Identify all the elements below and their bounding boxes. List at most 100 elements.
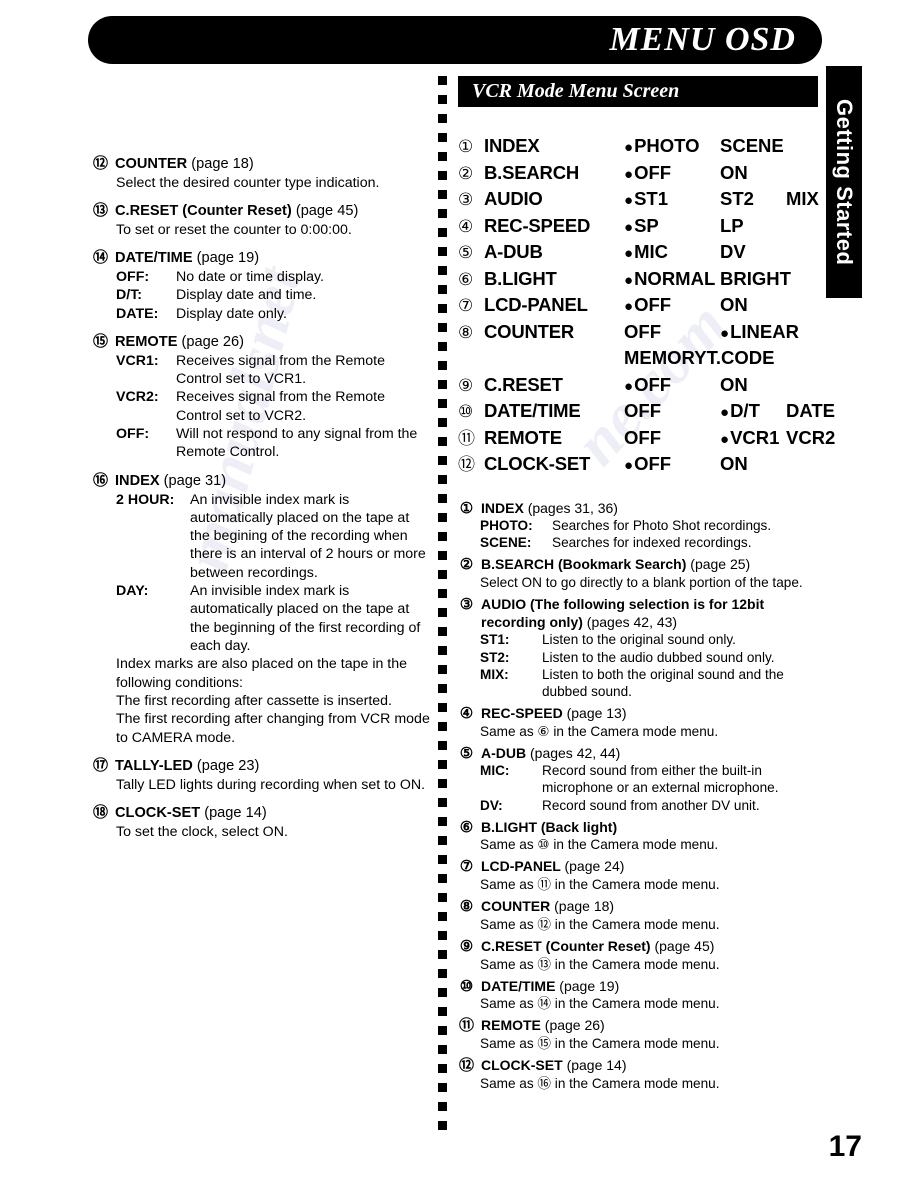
osd-row-options: OFFD/TDATE (624, 401, 835, 421)
entry-body: Same as ⑥ in the Camera mode menu. (458, 723, 818, 740)
osd-row-number-icon: ⑨ (458, 375, 474, 395)
entry-heading: ⑩ DATE/TIME (page 19) (458, 978, 818, 996)
entry-option-row: D/T: Display date and time. (116, 286, 432, 304)
osd-option-2[interactable]: D/T (720, 401, 786, 421)
osd-option-3[interactable]: VCR2 (786, 428, 835, 448)
entry-sameas-number-icon: ⑥ (537, 723, 550, 739)
osd-row-number-icon: ⑫ (458, 455, 475, 474)
entry-heading-text: A-DUB (pages 42, 44) (481, 745, 620, 763)
osd-option-1[interactable]: MIC (624, 242, 720, 262)
entry-sameas-note: Same as ⑯ in the Camera mode menu. (480, 1075, 720, 1091)
entry-label: INDEX (115, 472, 160, 489)
entry-label: REMOTE (115, 334, 178, 350)
osd-sub-option-1[interactable]: MEMORY (624, 348, 707, 368)
osd-option-1[interactable]: OFF (624, 163, 720, 183)
entry-label: A-DUB (481, 744, 527, 761)
osd-option-2[interactable]: ON (720, 375, 786, 395)
entry-number-icon: ⑩ (459, 977, 474, 995)
osd-option-1[interactable]: ST1 (624, 189, 720, 209)
osd-option-1[interactable]: PHOTO (624, 136, 720, 156)
entry-option-value: No date or time display. (176, 269, 324, 286)
entry-heading-text: B.LIGHT (Back light) (481, 819, 617, 837)
osd-option-1[interactable]: OFF (624, 454, 720, 474)
entry-description: To set the clock, select ON. (116, 823, 288, 840)
osd-option-2[interactable]: ON (720, 163, 786, 183)
entry-number-icon: ⑤ (459, 744, 474, 762)
entry-heading: ⑱ CLOCK-SET (page 14) (92, 804, 432, 823)
osd-option-1[interactable]: NORMAL (624, 269, 720, 289)
osd-row-options: SPLP (624, 216, 818, 236)
osd-option-2[interactable]: LINEAR (720, 322, 799, 342)
entry-page-ref: (page 25) (690, 556, 751, 573)
osd-row-label: LCD-PANEL (484, 294, 588, 315)
entry-heading-text: REMOTE (page 26) (115, 333, 244, 352)
osd-sub-option-2[interactable]: T.CODE (707, 348, 775, 368)
entry-heading-text: COUNTER (page 18) (115, 155, 254, 174)
osd-option-2[interactable]: BRIGHT (720, 269, 791, 289)
entry-option-row: 2 HOUR: An invisible index mark is automa… (116, 491, 432, 583)
entry-option-value: Receives signal from the Remote Control … (176, 352, 385, 388)
osd-option-3[interactable]: MIX (786, 189, 819, 209)
osd-option-1[interactable]: OFF (624, 322, 720, 342)
right-description-list: ① INDEX (pages 31, 36) PHOTO: Searches for … (458, 500, 818, 1092)
osd-row-number-icon: ③ (458, 190, 474, 209)
entry-heading: ⑪ REMOTE (page 26) (458, 1017, 818, 1035)
entry-heading: ① INDEX (pages 31, 36) (458, 500, 818, 518)
entry-heading-text: LCD-PANEL (page 24) (481, 858, 624, 876)
entry-option-value: Display date only. (176, 305, 287, 322)
entry-number-icon: ⑦ (459, 858, 474, 876)
right-entry-6: ⑥ B.LIGHT (Back light) Same as ⑩ in the Ca… (458, 819, 818, 854)
osd-menu-table: ①INDEXPHOTOSCENE②B.SEARCHOFFON③AUDIOST1S… (458, 136, 835, 482)
osd-row-options: OFFON (624, 163, 818, 183)
entry-option-key: MIC: (480, 763, 510, 779)
left-entry-3: ⑭ DATE/TIME (page 19) OFF: No date or time … (92, 249, 432, 323)
osd-option-2[interactable]: DV (720, 242, 786, 262)
osd-option-2[interactable]: ON (720, 454, 786, 474)
osd-option-1[interactable]: OFF (624, 295, 720, 315)
entry-option-key: ST2: (480, 649, 510, 665)
left-entry-2: ⑬ C.RESET (Counter Reset) (page 45) To set… (92, 202, 432, 239)
right-entry-2: ② B.SEARCH (Bookmark Search) (page 25) Sel… (458, 556, 818, 591)
right-entry-9: ⑨ C.RESET (Counter Reset) (page 45) Same a… (458, 938, 818, 973)
osd-option-2[interactable]: ST2 (720, 189, 786, 209)
osd-option-2[interactable]: LP (720, 216, 786, 236)
osd-row-label: COUNTER (484, 320, 575, 342)
entry-label: COUNTER (115, 156, 188, 172)
entry-number-icon: ⑯ (92, 471, 108, 489)
entry-option-row: DAY: An invisible index mark is automatic… (116, 582, 432, 655)
entry-number-icon: ⑥ (459, 818, 474, 836)
entry-number-icon: ③ (459, 596, 474, 614)
entry-page-ref: (page 18) (191, 156, 254, 172)
entry-sameas-note: Same as ⑪ in the Camera mode menu. (480, 877, 720, 892)
osd-row-4: ④ REC-SPEED SPLP (458, 216, 818, 244)
osd-row-label: DATE/TIME (484, 400, 581, 421)
entry-page-ref: (page 14) (566, 1057, 627, 1074)
osd-option-1[interactable]: OFF (624, 428, 720, 448)
osd-option-1[interactable]: OFF (624, 375, 720, 395)
entry-option-value: Searches for indexed recordings. (552, 535, 752, 551)
osd-option-2[interactable]: ON (720, 295, 786, 315)
entry-page-ref: (page 14) (204, 805, 267, 821)
osd-row-number-icon: ① (458, 137, 474, 156)
entry-option-key: 2 HOUR: (116, 491, 175, 508)
osd-option-1[interactable]: OFF (624, 401, 720, 421)
entry-option-value: Searches for Photo Shot recordings. (552, 518, 772, 534)
osd-row-options: OFFLINEAR (624, 322, 818, 342)
osd-option-2[interactable]: SCENE (720, 136, 786, 156)
entry-option-key: DV: (480, 797, 503, 813)
osd-row-number-icon: ⑩ (458, 402, 474, 421)
entry-number-icon: ⑬ (92, 202, 108, 220)
entry-heading-text: INDEX (page 31) (115, 472, 226, 491)
left-entry-5: ⑯ INDEX (page 31) 2 HOUR: An invisible inde… (92, 472, 432, 747)
entry-extra-note: Index marks are also placed on the tape … (116, 656, 408, 691)
osd-option-3[interactable]: DATE (786, 401, 835, 421)
osd-row-number-icon: ⑪ (458, 428, 475, 448)
osd-option-1[interactable]: SP (624, 216, 720, 236)
entry-body: MIC: Record sound from either the built-i… (458, 762, 818, 813)
osd-option-2[interactable]: VCR1 (720, 428, 786, 448)
entry-option-key: DAY: (116, 583, 149, 600)
entry-option-row: OFF: Will not respond to any signal from … (116, 425, 432, 462)
entry-label: REMOTE (481, 1017, 541, 1034)
entry-heading-text: C.RESET (Counter Reset) (page 45) (481, 938, 714, 956)
entry-page-ref: (page 26) (544, 1017, 605, 1034)
